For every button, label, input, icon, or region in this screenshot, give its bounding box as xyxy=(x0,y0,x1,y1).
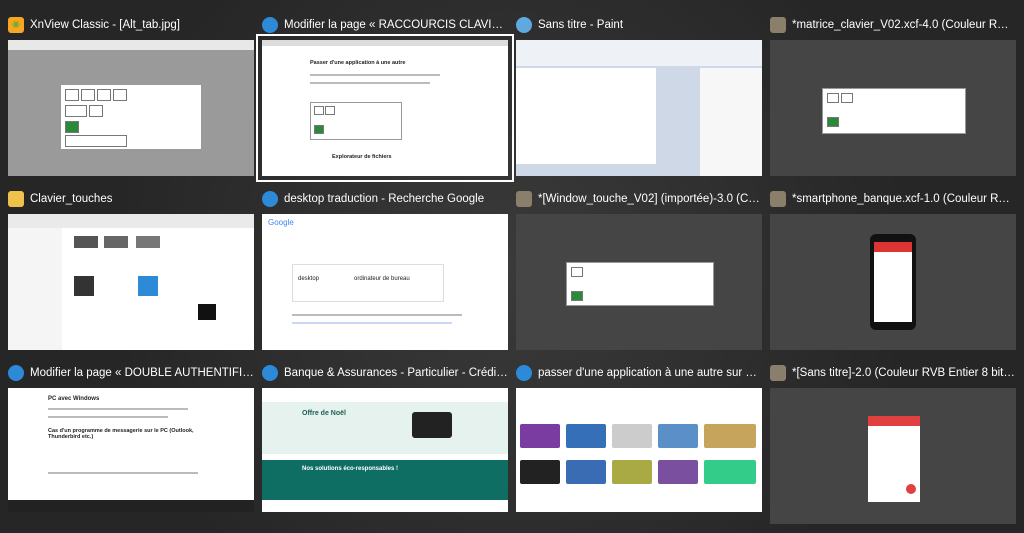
window-title: *matrice_clavier_V02.xcf-4.0 (Couleur RV… xyxy=(770,14,1016,36)
window-thumbnail: Offre de Noël Nos solutions éco-responsa… xyxy=(262,388,508,512)
edge-icon xyxy=(262,191,278,207)
edge-icon xyxy=(262,17,278,33)
window-thumbnail: Passer d'une application à une autre Exp… xyxy=(256,34,514,182)
window-gimp-matrice[interactable]: *matrice_clavier_V02.xcf-4.0 (Couleur RV… xyxy=(770,14,1016,176)
xnview-icon: ✺ xyxy=(8,17,24,33)
gimp-icon xyxy=(516,191,532,207)
window-title: Modifier la page « DOUBLE AUTHENTIFICA..… xyxy=(8,362,254,384)
window-title: *smartphone_banque.xcf-1.0 (Couleur RVB.… xyxy=(770,188,1016,210)
window-paint[interactable]: Sans titre - Paint xyxy=(516,14,762,176)
google-logo: Google xyxy=(268,218,294,227)
window-google-images[interactable]: passer d'une application à une autre sur… xyxy=(516,362,762,524)
gimp-icon xyxy=(770,365,786,381)
window-title: ✺ XnView Classic - [Alt_tab.jpg] xyxy=(8,14,254,36)
window-thumbnail xyxy=(516,214,762,350)
window-google-search[interactable]: desktop traduction - Recherche Google Go… xyxy=(262,188,508,350)
window-thumbnail xyxy=(770,388,1016,524)
window-thumbnail xyxy=(8,214,254,350)
window-thumbnail: Google desktop ordinateur de bureau xyxy=(262,214,508,350)
edge-icon xyxy=(262,365,278,381)
window-title: *[Window_touche_V02] (importée)-3.0 (Cou… xyxy=(516,188,762,210)
window-title: Sans titre - Paint xyxy=(516,14,762,36)
preview-heading: Passer d'une application à une autre xyxy=(310,60,406,66)
window-thumbnail xyxy=(770,214,1016,350)
window-thumbnail xyxy=(516,40,762,176)
window-bank[interactable]: Banque & Assurances - Particulier - Créd… xyxy=(262,362,508,524)
window-gimp-smartphone[interactable]: *smartphone_banque.xcf-1.0 (Couleur RVB.… xyxy=(770,188,1016,350)
window-title: Modifier la page « RACCOURCIS CLAVIER W.… xyxy=(262,14,508,36)
window-xnview[interactable]: ✺ XnView Classic - [Alt_tab.jpg] xyxy=(8,14,254,176)
preview-subheading: Cas d'un programme de messagerie sur le … xyxy=(48,428,194,440)
preview-banner: Offre de Noël xyxy=(302,410,346,417)
window-gimp-window-touche[interactable]: *[Window_touche_V02] (importée)-3.0 (Cou… xyxy=(516,188,762,350)
window-edge-double-auth[interactable]: Modifier la page « DOUBLE AUTHENTIFICA..… xyxy=(8,362,254,524)
edge-icon xyxy=(8,365,24,381)
window-thumbnail xyxy=(516,388,762,512)
paint-icon xyxy=(516,17,532,33)
window-thumbnail: PC avec Windows Cas d'un programme de me… xyxy=(8,388,254,512)
edge-icon xyxy=(516,365,532,381)
gimp-icon xyxy=(770,17,786,33)
preview-heading: Explorateur de fichiers xyxy=(332,154,392,160)
window-edge-raccourcis[interactable]: Modifier la page « RACCOURCIS CLAVIER W.… xyxy=(256,14,514,182)
window-title: desktop traduction - Recherche Google xyxy=(262,188,508,210)
window-title: Clavier_touches xyxy=(8,188,254,210)
window-title: Banque & Assurances - Particulier - Créd… xyxy=(262,362,508,384)
window-thumbnail xyxy=(8,40,254,176)
window-gimp-sans-titre[interactable]: *[Sans titre]-2.0 (Couleur RVB Entier 8 … xyxy=(770,362,1016,524)
preview-heading: PC avec Windows xyxy=(48,396,100,402)
folder-icon xyxy=(8,191,24,207)
window-title: *[Sans titre]-2.0 (Couleur RVB Entier 8 … xyxy=(770,362,1016,384)
window-title: passer d'une application à une autre sur… xyxy=(516,362,762,384)
gimp-icon xyxy=(770,191,786,207)
preview-section: Nos solutions éco-responsables ! xyxy=(302,466,399,472)
window-explorer[interactable]: Clavier_touches xyxy=(8,188,254,350)
window-thumbnail xyxy=(770,40,1016,176)
